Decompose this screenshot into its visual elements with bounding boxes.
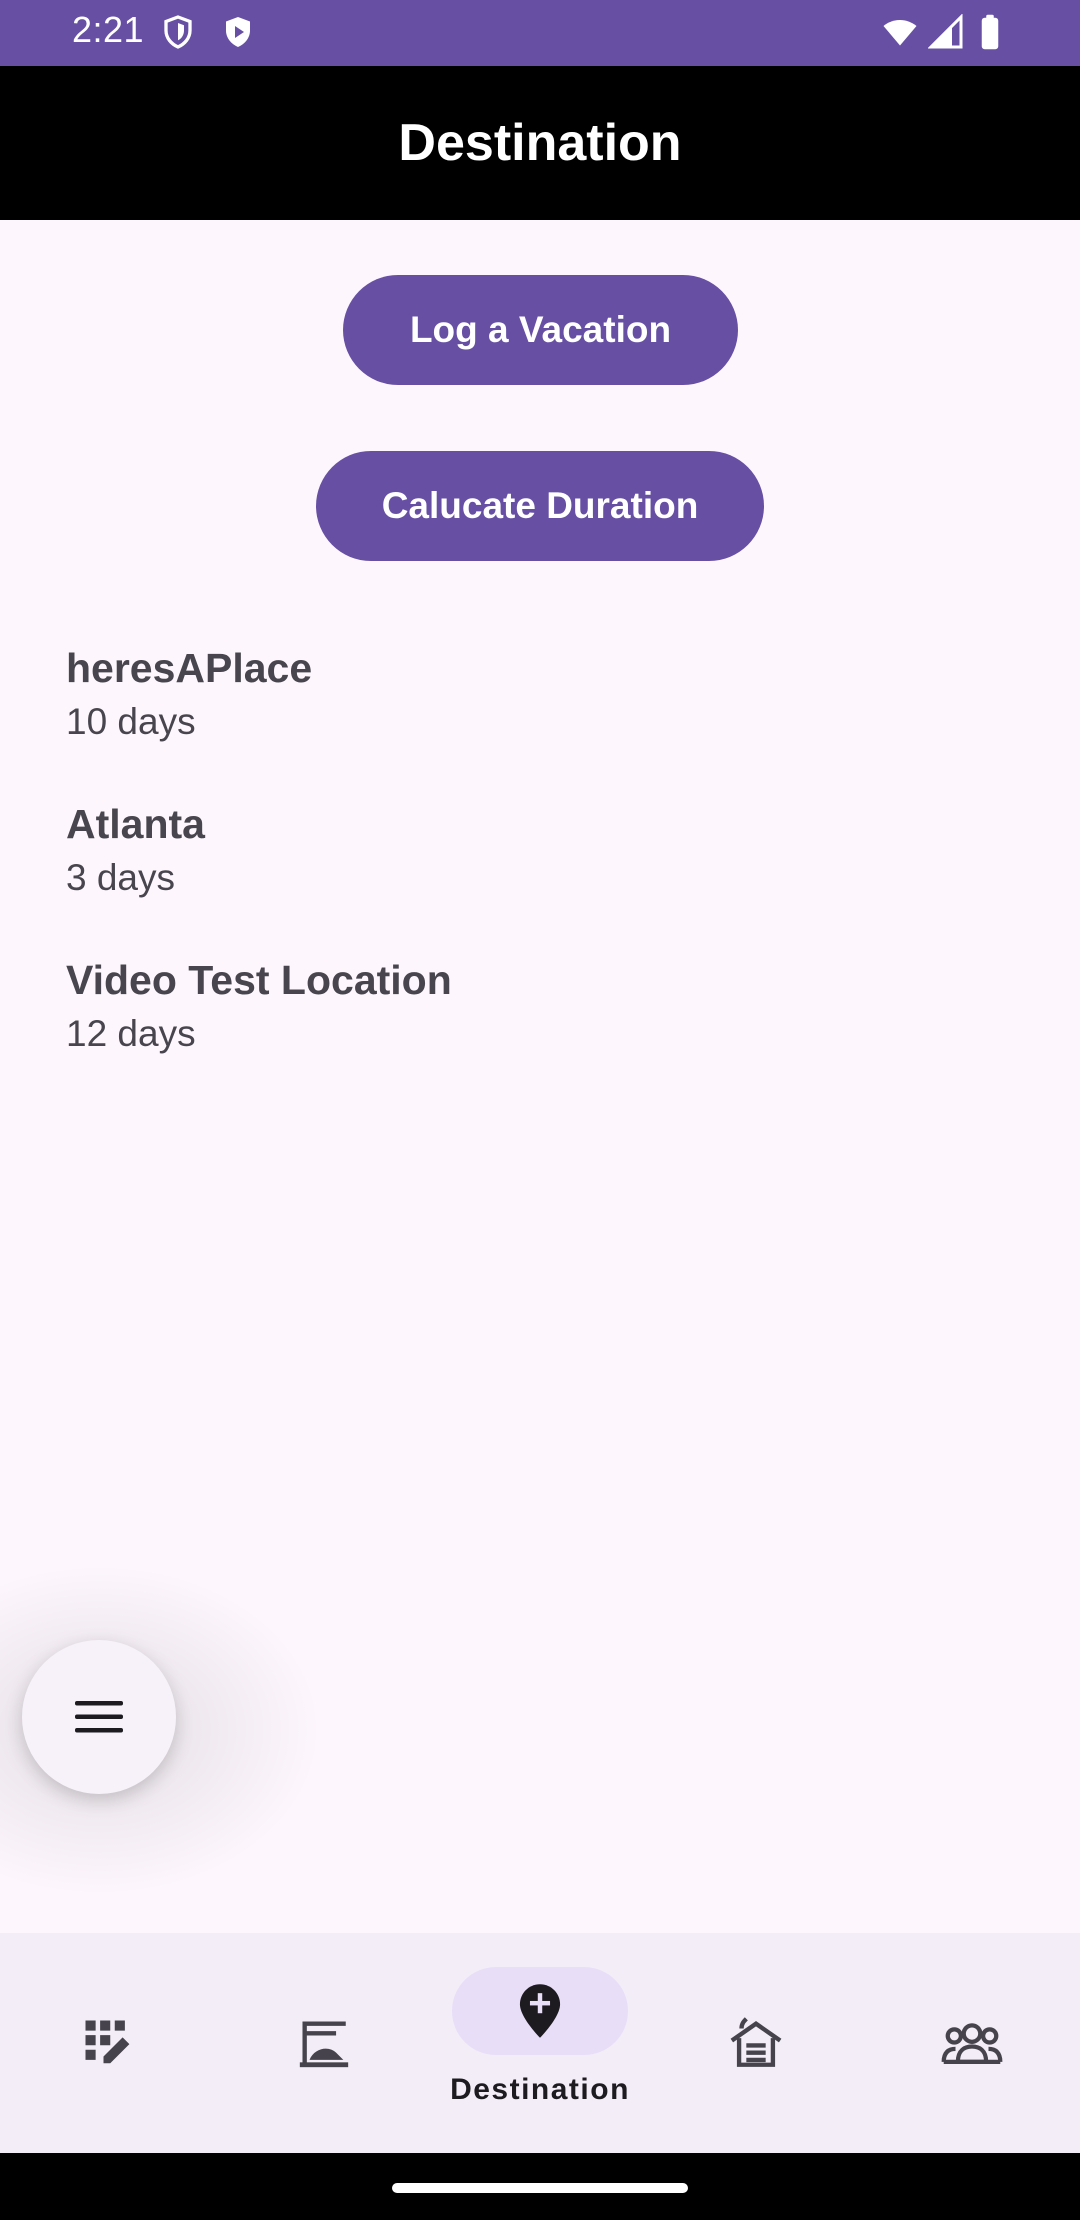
trip-name: heresAPlace <box>66 645 313 691</box>
nav-icon-container <box>20 1999 196 2087</box>
status-bar: 2:21 <box>0 0 1080 66</box>
calculate-duration-button[interactable]: Calucate Duration <box>316 451 764 561</box>
battery-icon <box>981 14 999 50</box>
menu-fab-button[interactable] <box>22 1640 176 1794</box>
top-app-bar: Destination <box>0 66 1080 220</box>
status-time: 2:21 <box>72 9 145 50</box>
nav-active-indicator <box>452 1967 628 2055</box>
system-navigation-bar <box>0 2153 1080 2220</box>
menu-icon <box>75 1701 123 1733</box>
log-vacation-button[interactable]: Log a Vacation <box>343 275 738 385</box>
nav-icon-container <box>884 1999 1060 2087</box>
trip-name: Atlanta <box>66 801 205 847</box>
app-screen: 2:21 Destination Log a Vacation Calucate… <box>0 0 1080 2220</box>
shield-icon <box>164 15 192 49</box>
signal-icon <box>928 14 963 49</box>
cabin-icon <box>730 2017 782 2067</box>
beach-icon <box>299 2021 349 2068</box>
planner-edit-icon <box>85 2020 130 2064</box>
bottom-navigation: Destination <box>0 1933 1080 2153</box>
nav-item-group[interactable] <box>864 1933 1080 2153</box>
nav-label-destination: Destination <box>450 2073 630 2106</box>
nav-item-beach[interactable] <box>216 1933 432 2153</box>
nav-item-planner[interactable] <box>0 1933 216 2153</box>
wifi-icon <box>883 20 917 46</box>
trip-list: heresAPlace 10 days Atlanta 3 days Video… <box>66 640 1016 1108</box>
add-location-icon <box>519 1984 561 2038</box>
group-icon <box>941 2023 1003 2064</box>
list-item[interactable]: Atlanta 3 days <box>66 796 1016 952</box>
trip-duration: 3 days <box>66 857 176 898</box>
trip-name: Video Test Location <box>66 957 452 1003</box>
list-item[interactable]: Video Test Location 12 days <box>66 952 1016 1108</box>
nav-item-lodging[interactable] <box>648 1933 864 2153</box>
home-gesture-handle[interactable] <box>392 2183 688 2193</box>
nav-icon-container <box>668 1999 844 2087</box>
nav-item-destination[interactable]: Destination <box>432 1933 648 2153</box>
trip-duration: 12 days <box>66 1013 196 1054</box>
nav-icon-container <box>236 1999 412 2087</box>
play-shield-icon <box>226 17 250 47</box>
list-item[interactable]: heresAPlace 10 days <box>66 640 1016 796</box>
trip-duration: 10 days <box>66 701 196 742</box>
page-title: Destination <box>398 114 682 172</box>
